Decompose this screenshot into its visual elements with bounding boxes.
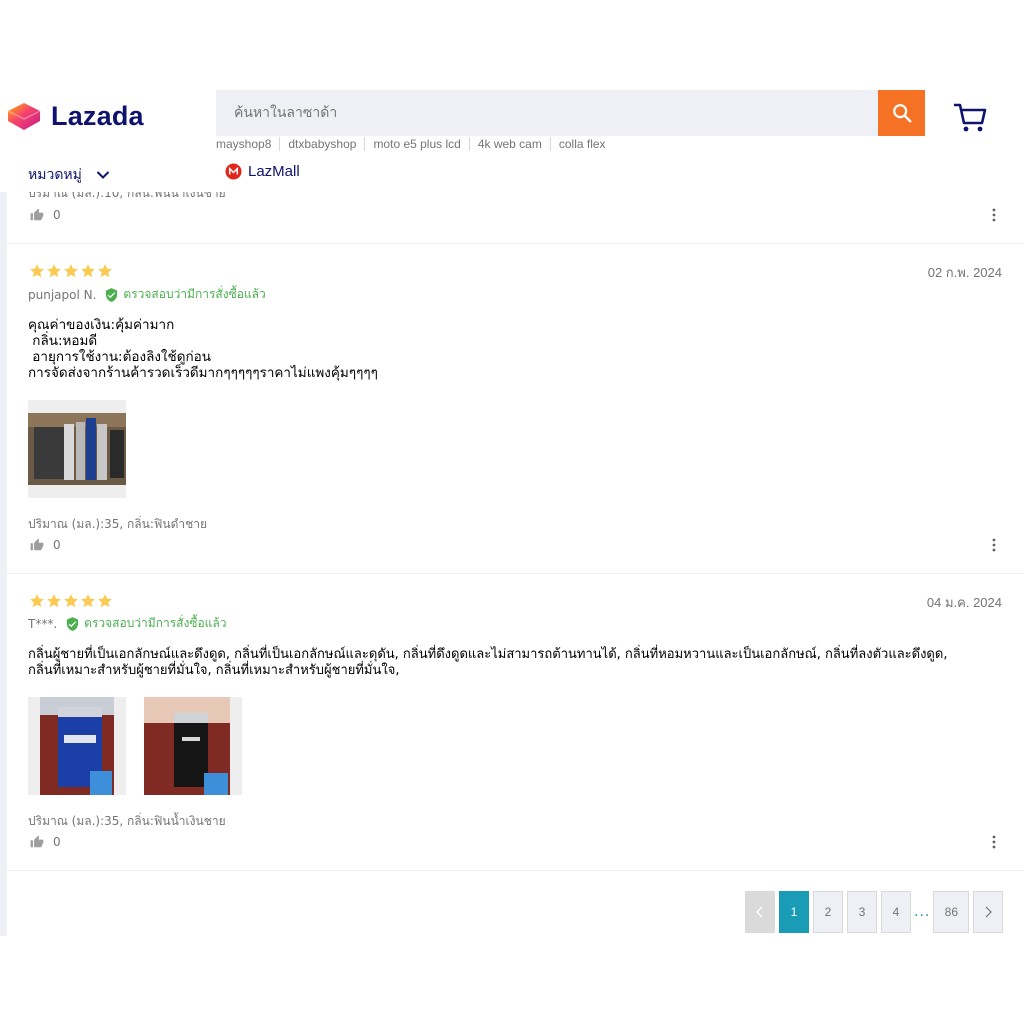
thumbs-up-icon[interactable]	[30, 538, 44, 552]
cart-icon[interactable]	[952, 101, 988, 135]
review-date: 04 ม.ค. 2024	[926, 595, 1002, 610]
review-like: 0	[30, 538, 61, 552]
star-icon	[81, 264, 95, 278]
pagination: 1 2 3 4 ... 86	[745, 891, 1007, 933]
star-icon	[98, 594, 112, 608]
review-date: 02 ก.พ. 2024	[927, 265, 1002, 280]
review-divider	[7, 243, 1024, 244]
prev-page-button[interactable]	[745, 891, 775, 933]
page-1-button[interactable]: 1	[779, 891, 809, 933]
review-variant: ปริมาณ (มล.):35, กลิ่น:ฟินดำชาย	[28, 517, 208, 531]
verified-purchase-label: ตรวจสอบว่ามีการสั่งซื้อแล้ว	[123, 287, 266, 301]
review-photo[interactable]	[144, 697, 242, 795]
suggestion-link[interactable]: 4k web cam	[468, 137, 550, 151]
star-icon	[81, 594, 95, 608]
perfume-box-photo	[28, 400, 126, 498]
search-input[interactable]	[216, 90, 878, 136]
lazmall-label: LazMall	[248, 163, 300, 180]
star-rating	[29, 263, 114, 279]
star-icon	[30, 264, 44, 278]
search-icon	[892, 104, 911, 123]
site-header: Lazada mayshop8 dtxbabyshop moto e5 plus…	[0, 0, 1024, 192]
clipped-review-like: 0	[30, 208, 61, 222]
thumbs-up-icon[interactable]	[30, 208, 44, 222]
review-variant: ปริมาณ (มล.):35, กลิ่น:ฟินน้ำเงินชาย	[28, 814, 226, 828]
review-photo[interactable]	[28, 697, 126, 795]
logo-text: Lazada	[51, 100, 144, 131]
left-border	[0, 192, 7, 936]
review-divider	[7, 870, 1024, 871]
star-icon	[47, 594, 61, 608]
page-2-button[interactable]: 2	[813, 891, 843, 933]
page-4-button[interactable]: 4	[881, 891, 911, 933]
page-3-button[interactable]: 3	[847, 891, 877, 933]
star-icon	[64, 264, 78, 278]
reviewer-name: T***.	[28, 616, 58, 631]
review-text: คุณค่าของเงิน:คุ้มค่ามาก กลิ่น:หอมดี อาย…	[28, 317, 378, 381]
suggestion-link[interactable]: colla flex	[549, 137, 614, 151]
chevron-right-icon	[985, 906, 993, 918]
more-options-icon[interactable]	[990, 538, 998, 552]
like-count: 0	[53, 538, 61, 552]
chevron-down-icon	[96, 171, 110, 179]
suggestion-link[interactable]: dtxbabyshop	[279, 137, 364, 151]
verified-shield-icon	[106, 287, 118, 302]
review-text: กลิ่นผู้ชายที่เป็นเอกลักษณ์และดึงดูด, กล…	[28, 647, 948, 678]
verified-shield-icon	[67, 616, 79, 631]
chevron-left-icon	[756, 906, 763, 918]
review-like: 0	[30, 835, 61, 849]
next-page-button[interactable]	[973, 891, 1004, 933]
more-options-icon[interactable]	[990, 835, 998, 849]
lazada-logo[interactable]: Lazada	[6, 100, 144, 132]
last-page-button[interactable]: 86	[933, 891, 970, 933]
lazmall-link[interactable]: LazMall	[225, 163, 300, 180]
search-suggestions: mayshop8 dtxbabyshop moto e5 plus lcd 4k…	[216, 137, 614, 151]
thumbs-up-icon[interactable]	[30, 835, 44, 849]
more-options-icon[interactable]	[990, 208, 998, 222]
categories-menu[interactable]: หมวดหมู่	[28, 164, 110, 186]
star-icon	[47, 264, 61, 278]
categories-label: หมวดหมู่	[28, 167, 82, 183]
page-ellipsis: ...	[914, 904, 931, 920]
star-icon	[64, 594, 78, 608]
suggestion-link[interactable]: moto e5 plus lcd	[364, 137, 468, 151]
search-button[interactable]	[878, 90, 925, 136]
star-icon	[98, 264, 112, 278]
verified-purchase-label: ตรวจสอบว่ามีการสั่งซื้อแล้ว	[84, 616, 227, 630]
star-icon	[30, 594, 44, 608]
lazmall-icon	[225, 163, 242, 180]
star-rating	[29, 593, 114, 609]
review-photo[interactable]	[28, 400, 126, 498]
review-divider	[7, 573, 1024, 574]
reviewer-name: punjapol N.	[28, 287, 97, 302]
search-bar	[216, 90, 878, 136]
reviewer-row: punjapol N. ตรวจสอบว่ามีการสั่งซื้อแล้ว	[28, 285, 266, 304]
suggestion-link[interactable]: mayshop8	[216, 137, 279, 151]
lazada-heart-logo-icon	[7, 103, 41, 130]
like-count: 0	[53, 208, 61, 222]
blue-bottle-photo	[28, 697, 126, 795]
reviewer-row: T***. ตรวจสอบว่ามีการสั่งซื้อแล้ว	[28, 614, 227, 633]
black-bottle-photo	[144, 697, 242, 795]
like-count: 0	[53, 835, 61, 849]
